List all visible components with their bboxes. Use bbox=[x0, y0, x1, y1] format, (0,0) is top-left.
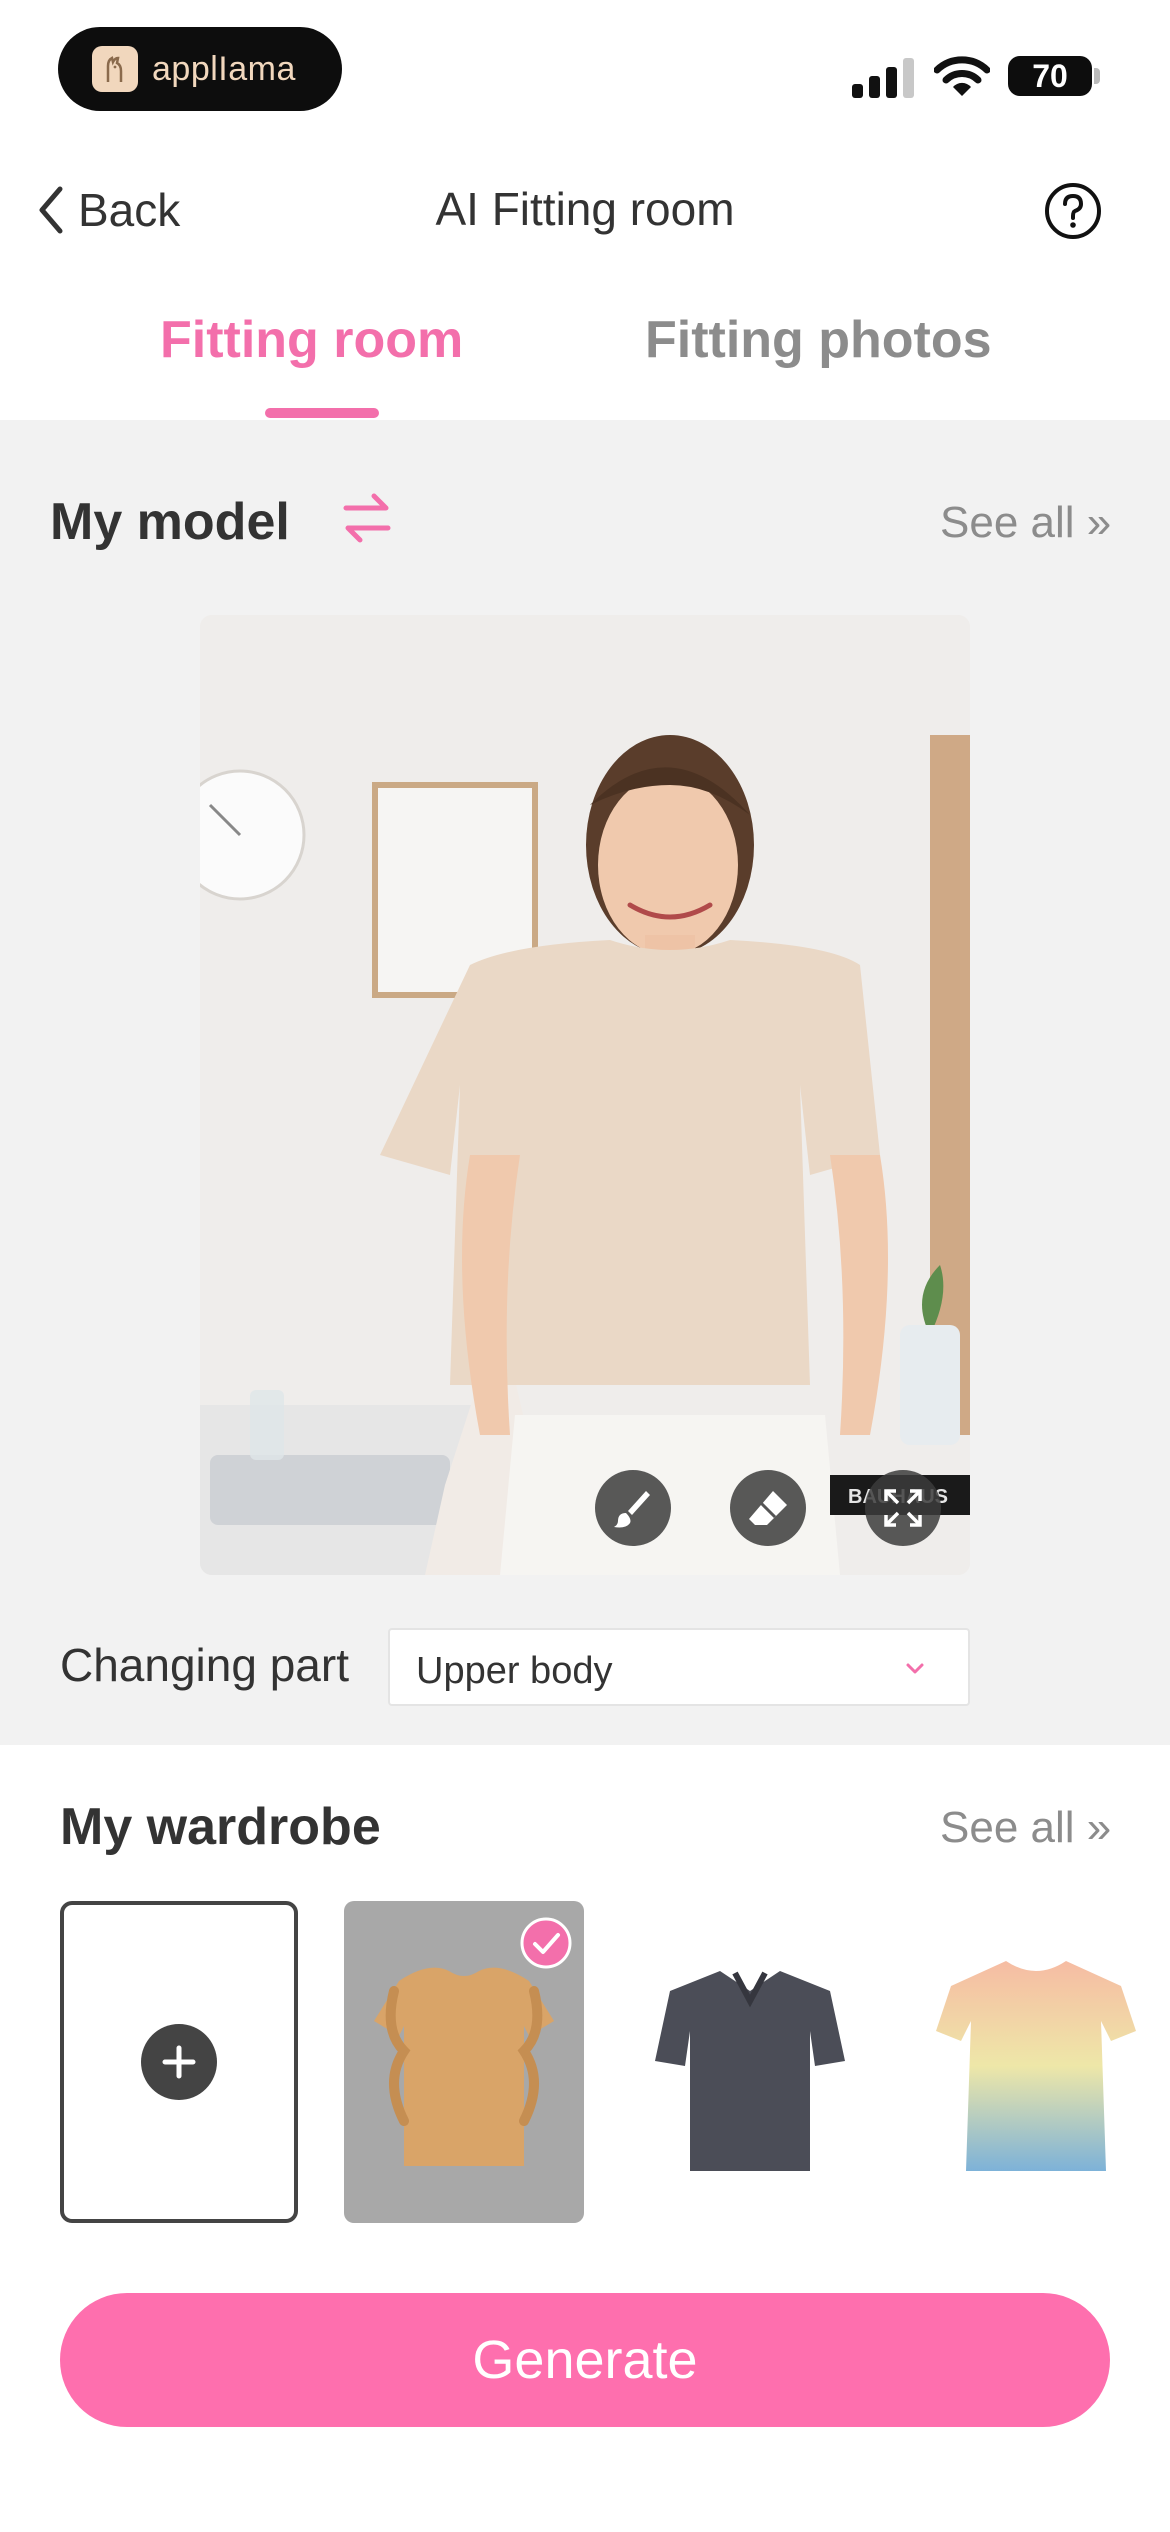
expand-tool-button[interactable] bbox=[865, 1470, 941, 1546]
cellular-signal-icon bbox=[852, 58, 914, 98]
model-section: My model See all » Changing part Upper b… bbox=[0, 420, 1170, 1745]
app-badge-text: applIama bbox=[152, 49, 296, 88]
model-photo-illustration: BAUHAUS bbox=[200, 615, 970, 1575]
wardrobe-item-ruffle-top[interactable] bbox=[344, 1901, 584, 2223]
my-wardrobe-title: My wardrobe bbox=[60, 1798, 381, 1856]
model-photo[interactable]: BAUHAUS bbox=[200, 615, 970, 1575]
wardrobe-item-gradient-tshirt[interactable] bbox=[916, 1901, 1156, 2223]
expand-icon bbox=[884, 1489, 922, 1527]
plus-icon bbox=[141, 2024, 217, 2100]
help-icon[interactable] bbox=[1044, 182, 1102, 240]
wardrobe-section: My wardrobe See all » Generate bbox=[0, 1745, 1170, 2532]
wardrobe-see-all-link[interactable]: See all » bbox=[940, 1803, 1111, 1853]
brush-icon bbox=[614, 1491, 650, 1528]
tab-bar: Fitting room Fitting photos bbox=[0, 300, 1170, 420]
changing-part-select[interactable]: Upper body bbox=[388, 1628, 970, 1706]
back-button[interactable]: Back bbox=[36, 180, 180, 240]
model-see-all-link[interactable]: See all » bbox=[940, 498, 1111, 548]
back-label: Back bbox=[78, 184, 181, 236]
brush-tool-button[interactable] bbox=[595, 1470, 671, 1546]
add-clothing-button[interactable] bbox=[60, 1901, 298, 2223]
selected-check-icon bbox=[520, 1917, 572, 1969]
status-bar: applIama 70 bbox=[0, 0, 1170, 140]
eraser-icon bbox=[749, 1491, 787, 1525]
llama-logo-icon bbox=[92, 46, 138, 92]
gradient-tshirt-image bbox=[936, 1961, 1136, 2171]
tab-fitting-room[interactable]: Fitting room bbox=[160, 310, 463, 370]
wardrobe-item-polo-shirt[interactable] bbox=[630, 1901, 870, 2223]
battery-tip bbox=[1094, 68, 1100, 84]
chevron-left-icon bbox=[39, 186, 63, 234]
changing-part-label: Changing part bbox=[60, 1639, 349, 1691]
changing-part-value: Upper body bbox=[416, 1650, 613, 1692]
wifi-icon bbox=[934, 56, 990, 96]
polo-shirt-image bbox=[655, 1971, 845, 2171]
battery-indicator: 70 bbox=[1008, 56, 1092, 96]
eraser-tool-button[interactable] bbox=[730, 1470, 806, 1546]
tab-fitting-photos[interactable]: Fitting photos bbox=[645, 310, 992, 370]
active-tab-indicator bbox=[265, 408, 379, 418]
my-model-title: My model bbox=[50, 493, 290, 551]
chevron-down-icon bbox=[906, 1663, 924, 1674]
app-badge: applIama bbox=[58, 27, 342, 111]
nav-bar: AI Fitting room Back bbox=[0, 160, 1170, 260]
generate-button[interactable]: Generate bbox=[60, 2293, 1110, 2427]
swap-model-icon[interactable] bbox=[342, 490, 392, 546]
